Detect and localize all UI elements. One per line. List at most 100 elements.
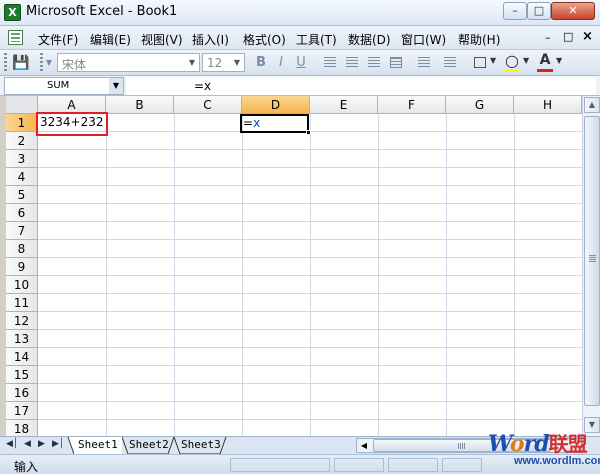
last-sheet-icon[interactable]: ▶│ xyxy=(52,439,64,449)
percent-style-icon[interactable] xyxy=(418,57,430,68)
row-header-3[interactable]: 3 xyxy=(6,150,38,168)
align-right-icon[interactable] xyxy=(368,57,380,68)
row-header-14[interactable]: 14 xyxy=(6,348,38,366)
gridline xyxy=(38,293,582,294)
select-all-corner[interactable] xyxy=(6,96,38,114)
window-title: Microsoft Excel - Book1 xyxy=(26,4,178,19)
workbook-restore-button[interactable]: □ xyxy=(563,30,573,43)
fill-handle[interactable] xyxy=(306,130,311,135)
scroll-left-icon[interactable]: ◀ xyxy=(357,439,371,452)
status-panel xyxy=(334,458,384,472)
worksheet-grid[interactable]: A B C D E F G H 1 2 3 4 5 6 7 8 9 10 11 … xyxy=(6,96,582,436)
row-header-2[interactable]: 2 xyxy=(6,132,38,150)
font-name-select[interactable]: 宋体 ▼ xyxy=(57,53,200,72)
formula-input[interactable]: =x xyxy=(126,77,596,95)
menu-insert[interactable]: 插入(I) xyxy=(192,31,229,48)
row-header-5[interactable]: 5 xyxy=(6,186,38,204)
toolbar-grip[interactable] xyxy=(40,53,43,73)
workbook-icon[interactable] xyxy=(8,30,23,45)
align-left-icon[interactable] xyxy=(324,57,336,68)
status-mode: 输入 xyxy=(14,460,39,474)
prev-sheet-icon[interactable]: ◀ xyxy=(24,439,31,449)
menu-file[interactable]: 文件(F) xyxy=(38,31,78,48)
chevron-down-icon[interactable]: ▼ xyxy=(523,56,529,65)
menu-view[interactable]: 视图(V) xyxy=(141,31,183,48)
name-box[interactable]: SUM ▼ xyxy=(4,77,124,95)
align-center-icon[interactable] xyxy=(346,57,358,68)
row-header-7[interactable]: 7 xyxy=(6,222,38,240)
scroll-grip xyxy=(458,443,465,449)
row-header-17[interactable]: 17 xyxy=(6,402,38,420)
close-button[interactable]: ✕ xyxy=(551,2,595,20)
column-header-c[interactable]: C xyxy=(174,96,242,114)
menu-help[interactable]: 帮助(H) xyxy=(458,31,500,48)
toolbar-options-icon[interactable]: ▼ xyxy=(44,54,54,72)
fill-color-icon[interactable]: ◯ xyxy=(504,54,520,68)
menu-format[interactable]: 格式(O) xyxy=(243,31,286,48)
workbook-minimize-button[interactable]: – xyxy=(545,31,551,44)
scroll-grip xyxy=(589,255,596,262)
row-header-12[interactable]: 12 xyxy=(6,312,38,330)
merge-center-icon[interactable] xyxy=(390,57,402,68)
row-header-13[interactable]: 13 xyxy=(6,330,38,348)
increase-indent-icon[interactable] xyxy=(444,57,456,68)
first-sheet-icon[interactable]: ◀│ xyxy=(6,439,18,449)
formatting-toolbar: 💾 ▼ 宋体 ▼ 12 ▼ B I U ▼ ◯ ▼ A ▼ xyxy=(0,50,600,76)
font-color-icon[interactable]: A xyxy=(537,52,553,68)
status-panel xyxy=(230,458,330,472)
workbook-close-button[interactable]: × xyxy=(582,29,593,44)
column-header-h[interactable]: H xyxy=(514,96,582,114)
chevron-down-icon[interactable]: ▼ xyxy=(490,56,496,65)
row-header-9[interactable]: 9 xyxy=(6,258,38,276)
font-size-select[interactable]: 12 ▼ xyxy=(202,53,245,72)
fill-color-swatch xyxy=(504,69,520,72)
excel-app-icon[interactable]: X xyxy=(4,4,21,21)
borders-icon[interactable] xyxy=(474,57,486,68)
scroll-up-icon[interactable]: ▲ xyxy=(584,97,600,113)
menu-window[interactable]: 窗口(W) xyxy=(401,31,446,48)
menu-data[interactable]: 数据(D) xyxy=(348,31,391,48)
row-header-18[interactable]: 18 xyxy=(6,420,38,436)
column-header-g[interactable]: G xyxy=(446,96,514,114)
row-header-4[interactable]: 4 xyxy=(6,168,38,186)
vertical-scrollbar[interactable]: ▲ ▼ xyxy=(582,96,600,436)
chevron-down-icon[interactable]: ▼ xyxy=(186,55,198,70)
chevron-down-icon[interactable]: ▼ xyxy=(109,78,123,94)
column-header-f[interactable]: F xyxy=(378,96,446,114)
menu-tools[interactable]: 工具(T) xyxy=(296,31,337,48)
column-header-e[interactable]: E xyxy=(310,96,378,114)
column-header-b[interactable]: B xyxy=(106,96,174,114)
minimize-button[interactable]: – xyxy=(503,2,527,20)
gridline xyxy=(38,257,582,258)
gridline xyxy=(38,149,582,150)
gridline xyxy=(38,167,582,168)
wordlm-watermark-logo: Word联盟 www.wordlm.com xyxy=(488,428,600,470)
row-header-1[interactable]: 1 xyxy=(6,114,38,132)
gridline xyxy=(38,365,582,366)
menu-edit[interactable]: 编辑(E) xyxy=(90,31,131,48)
cell-d1-active-editing[interactable]: =x xyxy=(240,114,309,133)
gridline xyxy=(38,329,582,330)
chevron-down-icon[interactable]: ▼ xyxy=(556,56,562,65)
row-header-16[interactable]: 16 xyxy=(6,384,38,402)
row-header-10[interactable]: 10 xyxy=(6,276,38,294)
row-header-8[interactable]: 8 xyxy=(6,240,38,258)
cell-d1-reference: x xyxy=(253,116,261,130)
row-header-15[interactable]: 15 xyxy=(6,366,38,384)
maximize-button[interactable]: □ xyxy=(527,2,551,20)
underline-button[interactable]: U xyxy=(292,54,310,72)
sheet-tab-sheet1[interactable]: Sheet1 xyxy=(74,437,122,454)
row-header-11[interactable]: 11 xyxy=(6,294,38,312)
column-header-d[interactable]: D xyxy=(242,96,310,114)
italic-button[interactable]: I xyxy=(272,54,290,72)
sheet-tab-sheet2[interactable]: Sheet2 xyxy=(125,437,173,454)
chevron-down-icon[interactable]: ▼ xyxy=(231,55,243,70)
vertical-scroll-thumb[interactable] xyxy=(584,116,600,406)
bold-button[interactable]: B xyxy=(252,54,270,72)
toolbar-grip[interactable] xyxy=(4,53,7,73)
next-sheet-icon[interactable]: ▶ xyxy=(38,439,45,449)
row-header-6[interactable]: 6 xyxy=(6,204,38,222)
sheet-tab-sheet3[interactable]: Sheet3 xyxy=(177,437,225,454)
status-panel xyxy=(388,458,438,472)
save-icon[interactable]: 💾 xyxy=(12,54,30,72)
